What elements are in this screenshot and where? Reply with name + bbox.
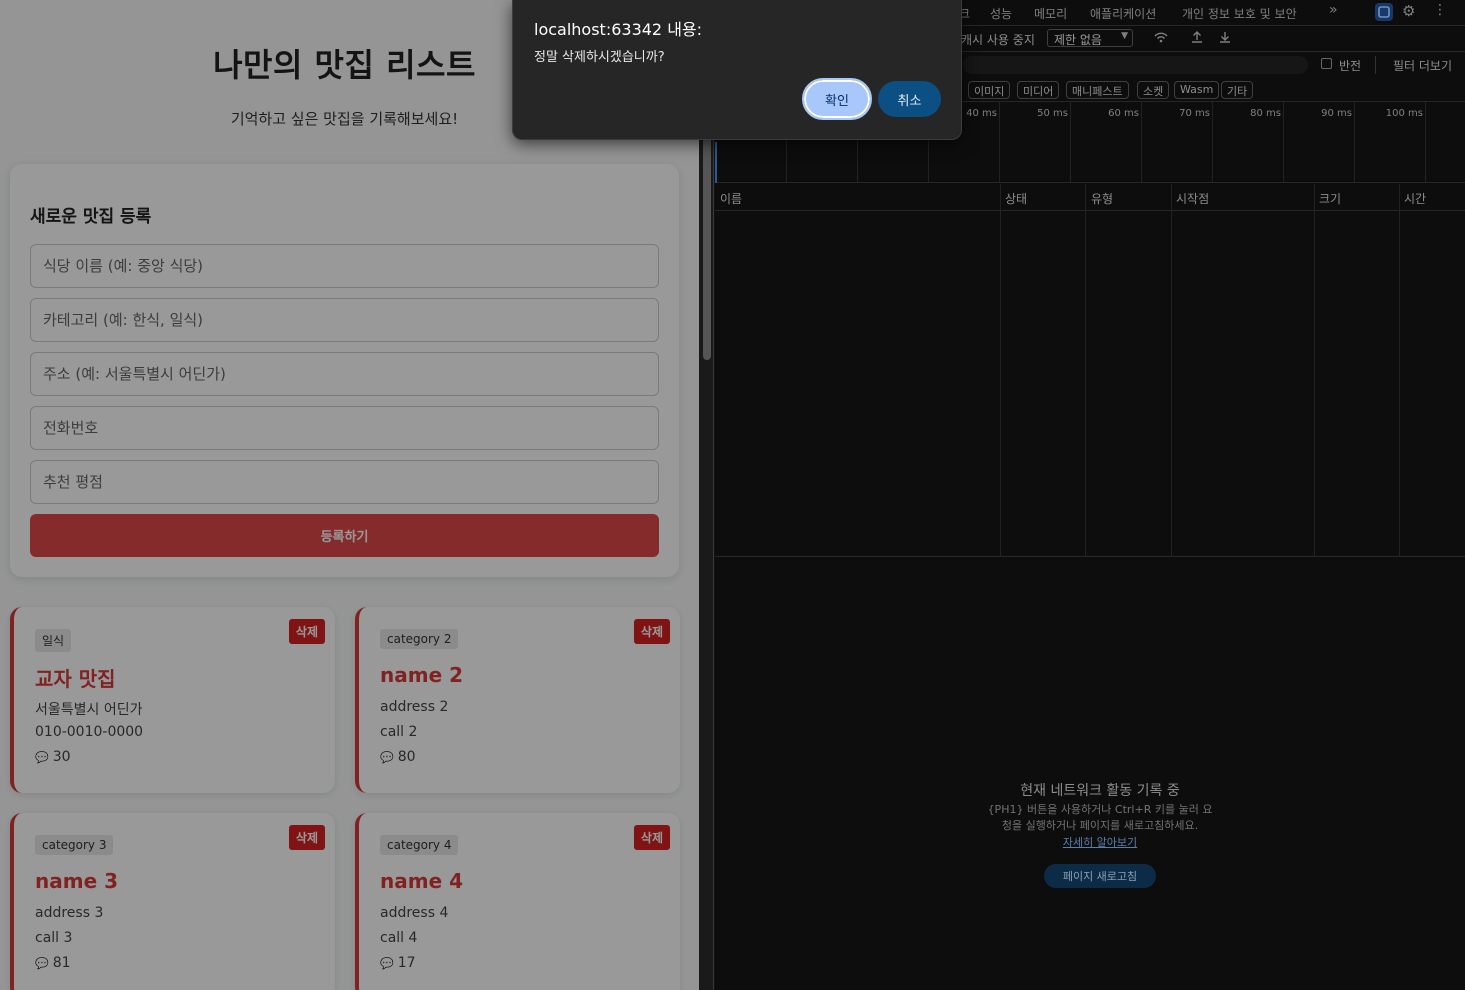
confirm-dialog: localhost:63342 내용: 정말 삭제하시겠습니까? 확인 취소	[512, 0, 962, 140]
web-page: 나만의 맛집 리스트 기억하고 싶은 맛집을 기록해보세요! 새로운 맛집 등록…	[0, 0, 699, 990]
devtools-panel: 크 성능 메모리 애플리케이션 개인 정보 보호 및 보안 » ⚙ ⋮ 캐시 사…	[715, 0, 1465, 990]
dialog-title: localhost:63342 내용:	[534, 20, 703, 39]
modal-backdrop	[715, 0, 1465, 990]
confirm-cancel-button[interactable]: 취소	[878, 81, 941, 117]
dialog-message: 정말 삭제하시겠습니까?	[534, 50, 665, 65]
modal-backdrop	[0, 0, 699, 990]
confirm-ok-button[interactable]: 확인	[802, 78, 872, 120]
